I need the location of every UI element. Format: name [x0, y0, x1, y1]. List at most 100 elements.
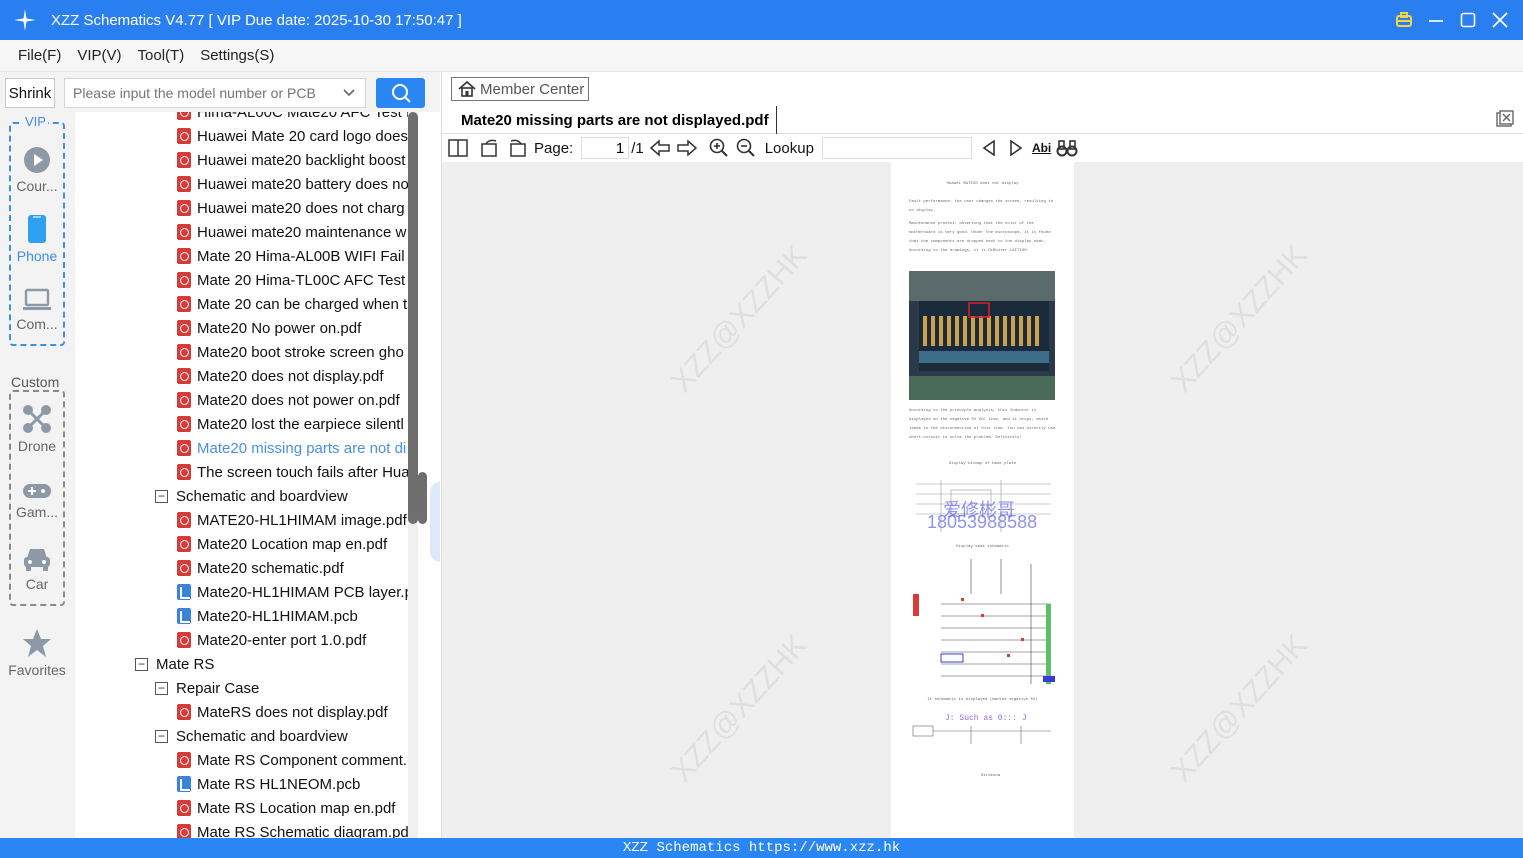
board-photo — [909, 271, 1055, 400]
maximize-icon[interactable] — [1459, 11, 1477, 29]
tree-folder[interactable]: − Schematic and boardview — [75, 484, 415, 508]
tree-item-label: Huawei mate20 maintenance w — [197, 223, 407, 241]
tree-item-label: MATE20-HL1HIMAM image.pdf — [197, 511, 407, 529]
tree-file[interactable]: Mate20 No power on.pdf — [75, 316, 415, 340]
tree-file[interactable]: Mate20-HL1HIMAM.pcb — [75, 604, 415, 628]
collapse-icon[interactable]: − — [155, 489, 168, 503]
pdf-file-icon — [177, 344, 191, 360]
pdf-file-icon — [177, 440, 191, 456]
tree-file[interactable]: Mate RS Location map en.pdf — [75, 796, 415, 820]
tree-file[interactable]: Mate RS HL1NEOM.pcb — [75, 772, 415, 796]
lookup-input[interactable] — [821, 137, 972, 159]
next-page-icon[interactable] — [676, 137, 698, 159]
collapse-icon[interactable]: − — [135, 657, 148, 671]
panel-splitter[interactable] — [430, 482, 440, 562]
search-button[interactable] — [376, 78, 425, 108]
rotate-left-icon[interactable] — [479, 137, 501, 159]
tree-file[interactable]: Huawei mate20 maintenance w — [75, 220, 415, 244]
tab-title: Mate20 missing parts are not displayed.p… — [461, 111, 769, 129]
tree-file[interactable]: Mate20-enter port 1.0.pdf — [75, 628, 415, 652]
minimize-icon[interactable] — [1427, 11, 1445, 29]
page-number-input[interactable] — [581, 137, 630, 159]
zoom-in-icon[interactable] — [708, 137, 730, 159]
title-bar: XZZ Schematics V4.77 [ VIP Due date: 202… — [0, 0, 1523, 40]
tree-item-label: Huawei Mate 20 card logo does — [197, 127, 408, 145]
tree-file[interactable]: Mate20 schematic.pdf — [75, 556, 415, 580]
prev-page-icon[interactable] — [649, 137, 671, 159]
tree-file[interactable]: Mate RS Component comment. — [75, 748, 415, 772]
document-tab[interactable]: Mate20 missing parts are not displayed.p… — [449, 106, 777, 134]
pdf-file-icon — [177, 512, 191, 528]
menu-tool[interactable]: Tool(T) — [138, 47, 185, 64]
tree-folder[interactable]: − Mate RS — [75, 652, 415, 676]
split-view-icon[interactable] — [447, 137, 469, 159]
tree-item-label: Schematic and boardview — [176, 487, 348, 505]
find-next-icon[interactable] — [1005, 137, 1027, 159]
pdf-file-icon — [177, 368, 191, 384]
collapse-icon[interactable]: − — [155, 729, 168, 743]
tree-folder[interactable]: − Repair Case — [75, 676, 415, 700]
menu-vip[interactable]: VIP(V) — [77, 47, 121, 64]
tree-file[interactable]: The screen touch fails after Hua — [75, 460, 415, 484]
tree-item-label: Mate RS — [156, 655, 215, 673]
category-drone[interactable]: Drone — [0, 404, 74, 454]
watermark: XZZ@XZZHK — [1165, 628, 1314, 789]
briefcase-icon[interactable] — [1395, 11, 1413, 29]
chevron-down-icon[interactable] — [342, 85, 356, 101]
zoom-out-icon[interactable] — [735, 137, 757, 159]
category-sidebar: VIP Cour... Phone Com... Custom Drone Ga… — [0, 112, 74, 838]
pcb-file-icon — [177, 584, 191, 600]
scrollbar-thumb-secondary[interactable] — [418, 472, 427, 524]
rotate-right-icon[interactable] — [506, 137, 528, 159]
tree-file[interactable]: Mate20 lost the earpiece silentl — [75, 412, 415, 436]
menu-settings[interactable]: Settings(S) — [200, 47, 274, 64]
category-phone[interactable]: Phone — [0, 214, 74, 264]
tree-item-label: Repair Case — [176, 679, 260, 697]
gamepad-icon — [23, 484, 51, 498]
document-viewer[interactable]: XZZ@XZZHK XZZ@XZZHK XZZ@XZZHK XZZ@XZZHK … — [442, 162, 1523, 838]
tree-file[interactable]: Mate 20 Hima-TL00C AFC Test f — [75, 268, 415, 292]
match-case-icon[interactable]: Abi — [1032, 137, 1051, 159]
tree-file[interactable]: Mate20 boot stroke screen gho — [75, 340, 415, 364]
tree-file[interactable]: Mate20 does not display.pdf — [75, 364, 415, 388]
close-icon[interactable] — [1491, 11, 1509, 29]
shrink-button[interactable]: Shrink — [5, 78, 55, 108]
tree-folder[interactable]: − Schematic and boardview — [75, 724, 415, 748]
pdf-file-icon — [177, 632, 191, 648]
tree-file[interactable]: Mate20 missing parts are not di — [75, 436, 415, 460]
tree-file[interactable]: Huawei mate20 backlight boost — [75, 148, 415, 172]
tree-file[interactable]: Mate20 does not power on.pdf — [75, 388, 415, 412]
tree-item-label: Mate 20 can be charged when t — [197, 295, 408, 313]
category-car[interactable]: Car — [0, 546, 74, 592]
member-center-button[interactable]: Member Center — [451, 77, 589, 101]
close-tab-icon[interactable] — [1496, 110, 1514, 128]
category-game[interactable]: Gam... — [0, 482, 74, 520]
tree-file[interactable]: Huawei Mate 20 card logo does — [75, 124, 415, 148]
menu-file[interactable]: File(F) — [18, 47, 61, 64]
tree-file[interactable]: MateRS does not display.pdf — [75, 700, 415, 724]
pdf-file-icon — [177, 296, 191, 312]
pdf-page: Huawei MATE20 does not display Fault per… — [891, 162, 1074, 838]
tree-file[interactable]: Huawei mate20 does not charg — [75, 196, 415, 220]
tree-file[interactable]: MATE20-HL1HIMAM image.pdf — [75, 508, 415, 532]
tree-file[interactable]: Huawei mate20 battery does no — [75, 172, 415, 196]
tree-file[interactable]: Mate20-HL1HIMAM PCB layer.p — [75, 580, 415, 604]
category-favorites[interactable]: Favorites — [0, 628, 74, 678]
find-prev-icon[interactable] — [978, 137, 1000, 159]
tree-file[interactable]: Mate 20 Hima-AL00B WIFI Fail t — [75, 244, 415, 268]
window-controls — [1395, 0, 1509, 40]
tree-file[interactable]: Mate20 Location map en.pdf — [75, 532, 415, 556]
pdf-file-icon — [177, 560, 191, 576]
star-icon — [23, 629, 51, 657]
tree-file[interactable]: Hima-AL00C Mate20 AFC Test f — [75, 112, 415, 124]
tree-file[interactable]: Mate RS Schematic diagram.pd — [75, 820, 415, 838]
category-computer[interactable]: Com... — [0, 288, 74, 332]
tree-scrollbar[interactable] — [408, 112, 418, 838]
tree-file[interactable]: Mate 20 can be charged when t — [75, 292, 415, 316]
binoculars-icon[interactable] — [1056, 137, 1078, 159]
collapse-icon[interactable]: − — [155, 681, 168, 695]
doc-caption: Display seat schematic — [956, 545, 1009, 549]
search-input[interactable] — [65, 85, 335, 101]
scrollbar-thumb[interactable] — [408, 112, 418, 524]
category-course[interactable]: Cour... — [0, 146, 74, 194]
